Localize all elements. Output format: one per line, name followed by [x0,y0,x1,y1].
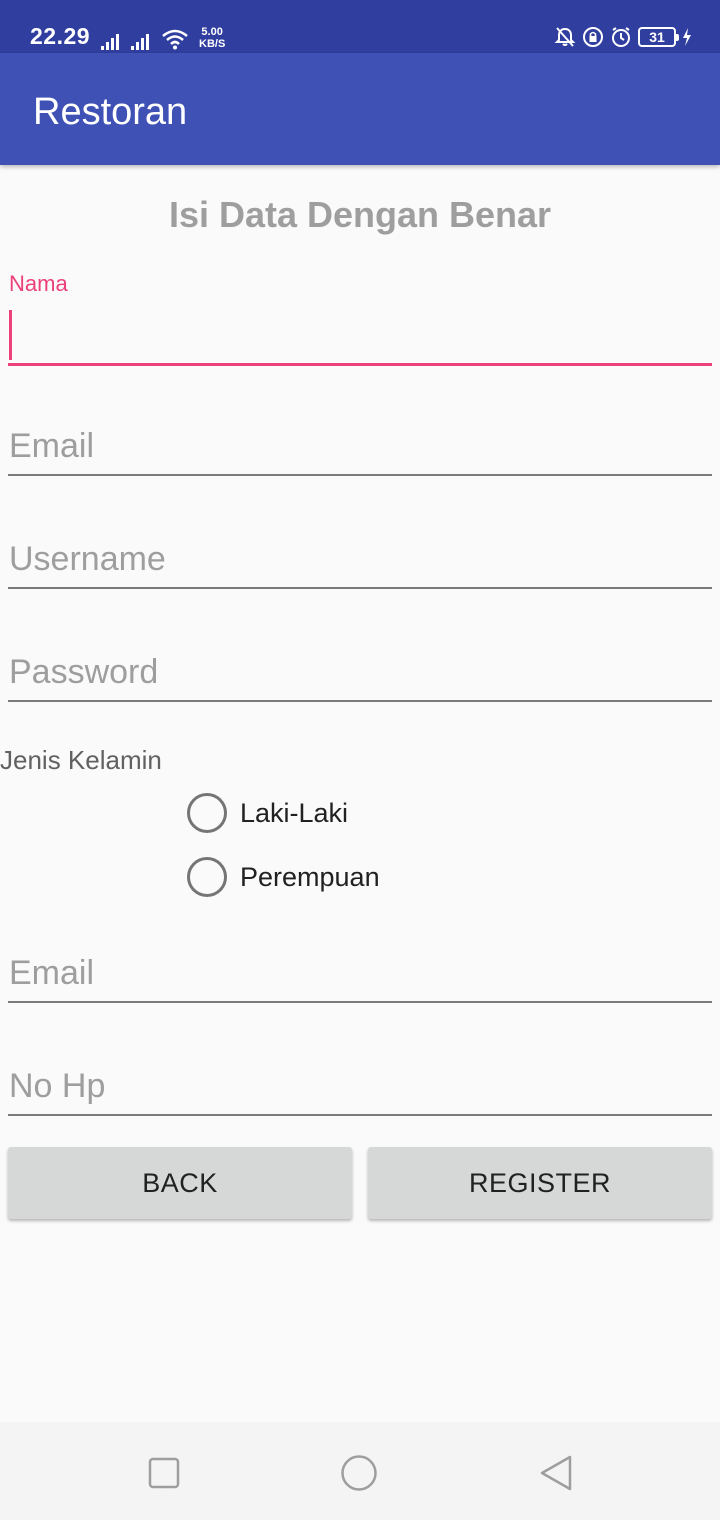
radio-button-icon[interactable] [187,857,227,897]
nav-bar [0,1422,720,1520]
gender-label: Jenis Kelamin [0,745,162,775]
radio-button-icon[interactable] [187,793,227,833]
mute-bell-icon [554,27,576,47]
phone-field[interactable] [8,1067,712,1116]
radio-laki-laki[interactable]: Laki-Laki [187,793,348,833]
email-field-wrapper [8,427,712,476]
signal-icon [131,34,149,50]
radio-label: Laki-Laki [240,797,349,828]
wifi-icon [162,29,188,50]
status-bar: 22.29 5.00 KB/S 31 [0,0,720,53]
username-field-wrapper [8,540,712,589]
home-icon[interactable] [340,1454,378,1492]
network-speed-unit: KB/S [199,38,226,50]
app-bar: Restoran [0,53,720,165]
status-left-icons: 5.00 KB/S [101,24,225,50]
phone-field-wrapper [8,1067,712,1116]
alarm-icon [612,27,630,47]
back-icon[interactable] [538,1454,574,1492]
network-speed-value: 5.00 [201,26,223,38]
back-button[interactable]: BACK [8,1147,352,1219]
email-field-2[interactable] [8,954,712,1003]
charging-icon [683,28,691,46]
radio-perempuan[interactable]: Perempuan [187,857,380,897]
email2-field-wrapper [8,954,712,1003]
rotation-lock-icon [583,27,603,47]
battery-icon: 31 [638,27,679,47]
status-right-icons: 31 [554,24,692,50]
network-speed: 5.00 KB/S [199,26,225,50]
signal-icon [101,34,119,50]
text-cursor [9,310,12,360]
recents-icon[interactable] [148,1457,180,1489]
register-button[interactable]: REGISTER [368,1147,712,1219]
form-title: Isi Data Dengan Benar [168,194,552,235]
password-field[interactable] [8,653,712,702]
radio-label: Perempuan [240,861,380,892]
password-field-wrapper [8,653,712,702]
nama-underline [8,363,712,366]
email-field[interactable] [8,427,712,476]
username-field[interactable] [8,540,712,589]
app-title: Restoran [33,91,188,133]
nama-label: Nama [9,271,68,296]
status-time: 22.29 [30,23,91,49]
